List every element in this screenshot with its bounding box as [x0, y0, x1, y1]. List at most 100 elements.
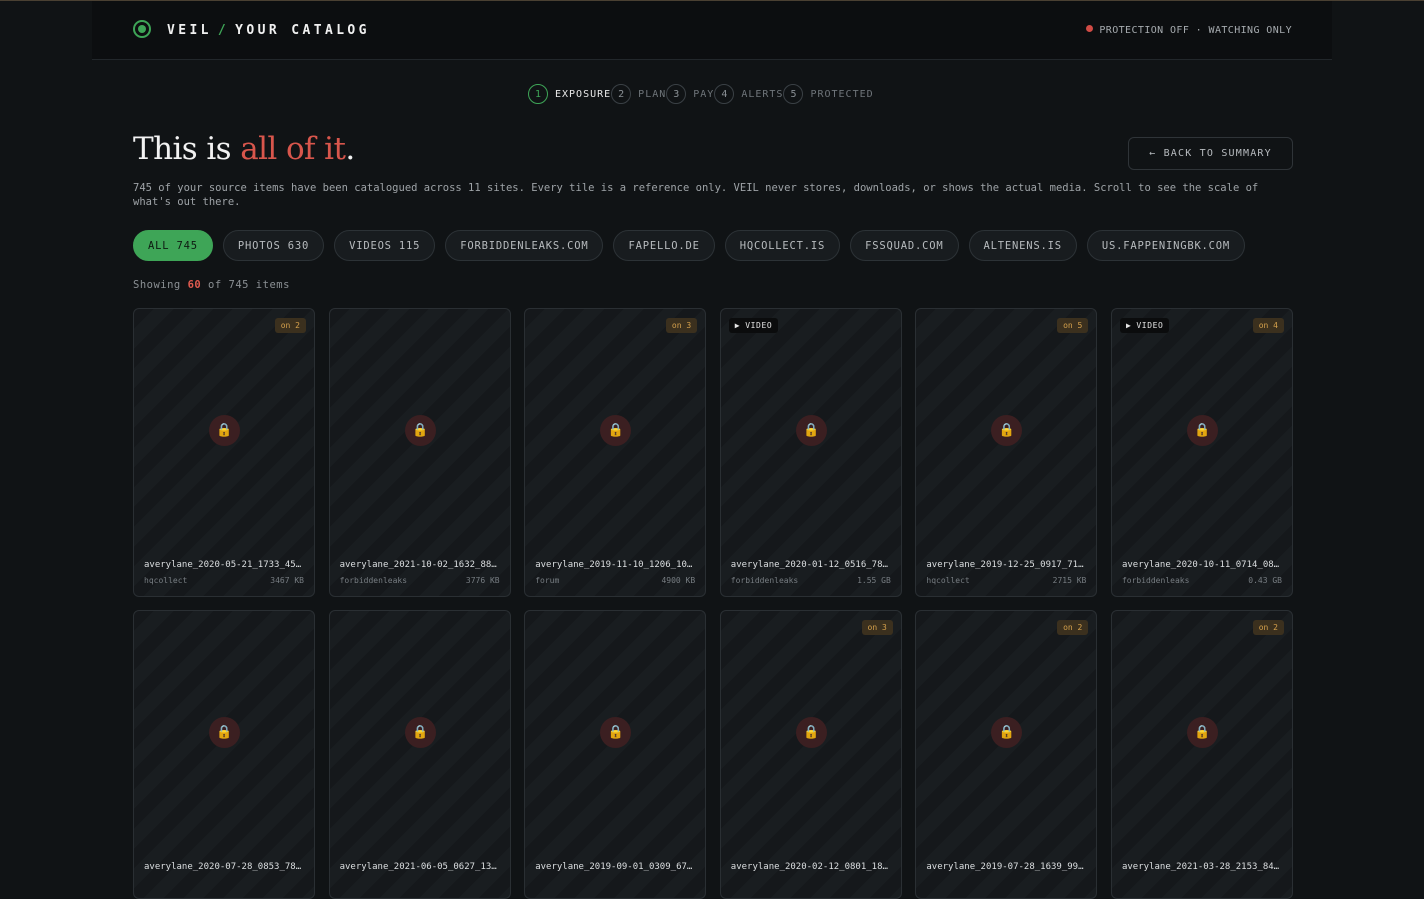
site-count-badge: on 5	[1057, 318, 1089, 333]
progress-steps: 1 EXPOSURE 2 PLAN 3 PAY 4 ALERTS 5 PROTECTED	[528, 83, 874, 105]
item-size: 0.43 GB	[1248, 576, 1282, 585]
step-label: ALERTS	[741, 88, 784, 100]
step-number: 2	[611, 84, 632, 104]
item-source: forbiddenleaks	[730, 576, 799, 585]
protection-status: PROTECTION OFF · WATCHING ONLY	[1086, 25, 1292, 36]
step-label: EXPOSURE	[555, 88, 612, 100]
step-plan[interactable]: 2 PLAN	[611, 84, 666, 104]
item-source: hqcollect	[144, 576, 188, 585]
top-bar: VEIL / YOUR CATALOG PROTECTION OFF · WATCH…	[92, 1, 1332, 60]
catalog-tile[interactable]: on 2 🔒 averylane_2021-03-28_2153_84…	[1110, 610, 1293, 899]
catalog-tile[interactable]: ▶ VIDEO on 4 🔒 averylane_2020-10-11_0714_08……	[1110, 308, 1293, 597]
item-filename: averylane_2020-10-11_0714_08…	[1121, 560, 1280, 570]
step-label: PROTECTED	[810, 88, 874, 100]
lock-icon: 🔒	[991, 717, 1023, 748]
showing-suffix: of 745 items	[201, 279, 290, 291]
item-size: 2715 KB	[1052, 576, 1087, 585]
catalog-tile[interactable]: on 2 🔒 averylane_2020-05-21_1733_45…hqcoll…	[133, 308, 315, 597]
site-count-badge: on 4	[1252, 318, 1284, 333]
item-size: 4900 KB	[661, 576, 696, 585]
step-number: 5	[783, 84, 804, 104]
page-title: This is all of it.	[133, 131, 355, 167]
item-size: 1.55 GB	[857, 576, 891, 585]
item-meta: hqcollect 3467 KB	[144, 576, 304, 585]
site-count-badge: on 3	[861, 620, 893, 635]
lock-icon: 🔒	[600, 717, 632, 748]
filter-chip[interactable]: FORBIDDENLEAKS.COM	[445, 230, 604, 261]
item-meta: hqcollect 2715 KB	[926, 576, 1086, 585]
logo-ring-icon	[133, 20, 151, 38]
item-filename: averylane_2019-12-25_0917_71…	[926, 560, 1084, 570]
item-filename: averylane_2020-05-21_1733_45…	[144, 560, 302, 570]
play-icon: ▶	[734, 321, 741, 330]
step-exposure[interactable]: 1 EXPOSURE	[528, 84, 611, 104]
filter-chip[interactable]: ALL 745	[133, 230, 213, 261]
step-alerts[interactable]: 4 ALERTS	[714, 84, 783, 104]
item-meta: forum 4900 KB	[535, 576, 695, 585]
filter-chip[interactable]: HQCOLLECT.IS	[724, 230, 841, 261]
step-number: 4	[714, 84, 735, 104]
showing-number: 60	[187, 279, 202, 291]
video-badge: ▶ VIDEO	[1119, 318, 1170, 333]
filter-chip[interactable]: FAPELLO.DE	[613, 230, 715, 261]
filter-bar: ALL 745 PHOTOS 630 VIDEOS 115 FORBIDDENLEAK…	[133, 230, 1246, 261]
filter-chip[interactable]: US.FAPPENINGBK.COM	[1086, 230, 1246, 261]
title-highlight: all of it	[240, 131, 346, 167]
catalog-tile[interactable]: 🔒 averylane_2021-10-02_1632_88… forbiddenl…	[328, 308, 511, 597]
filter-chip[interactable]: PHOTOS 630	[222, 230, 325, 261]
site-count-badge: on 2	[1057, 620, 1089, 635]
lock-icon: 🔒	[1186, 717, 1218, 748]
item-meta: forbiddenleaks 3776 KB	[340, 576, 500, 585]
back-to-summary-button[interactable]: ← BACK TO SUMMARY	[1128, 137, 1293, 170]
breadcrumb: VEIL / YOUR CATALOG	[167, 23, 370, 38]
item-source: forum	[535, 576, 560, 585]
item-filename: averylane_2020-01-12_0516_78…	[730, 560, 888, 570]
catalog-tile[interactable]: 🔒 averylane_2021-06-05_0627_13…	[328, 610, 511, 899]
brand-name[interactable]: VEIL	[167, 23, 212, 38]
lock-icon: 🔒	[209, 415, 240, 446]
item-source: forbiddenleaks	[339, 576, 408, 585]
catalog-tile[interactable]: on 5 🔒 averylane_2019-12-25_0917_71…hqcoll…	[915, 308, 1098, 597]
video-label: VIDEO	[1136, 321, 1164, 330]
item-size: 3776 KB	[465, 576, 500, 585]
item-meta: forbiddenleaks 0.43 GB	[1122, 576, 1282, 585]
lock-icon: 🔒	[209, 717, 240, 748]
catalog-tile[interactable]: on 3 🔒 averylane_2019-11-10_1206_10… forum 4…	[524, 308, 707, 597]
step-label: PLAN	[638, 88, 667, 100]
filter-chip[interactable]: ALTENENS.IS	[968, 230, 1077, 261]
item-source: forbiddenleaks	[1121, 576, 1190, 585]
lock-icon: 🔒	[1186, 415, 1218, 446]
catalog-tile[interactable]: on 3 🔒 averylane_2020-02-12_0801_18…	[719, 610, 902, 899]
status-dot-icon	[1086, 25, 1094, 32]
breadcrumb-separator: /	[217, 23, 230, 38]
step-number: 3	[666, 84, 687, 104]
page-description: 745 of your source items have been catal…	[133, 182, 1259, 208]
catalog-tile[interactable]: 🔒 averylane_2020-07-28_0853_78…	[133, 610, 315, 899]
item-filename: averylane_2019-11-10_1206_10…	[535, 560, 693, 570]
item-filename: averylane_2021-10-02_1632_88…	[339, 560, 497, 570]
step-protected[interactable]: 5 PROTECTED	[783, 84, 873, 104]
site-count-badge: on 2	[274, 318, 306, 333]
showing-count: Showing 60 of 745 items	[133, 279, 290, 291]
catalog-tile[interactable]: ▶ VIDEO 🔒 averylane_2020-01-12_0516_78…forb…	[719, 308, 902, 597]
step-pay[interactable]: 3 PAY	[666, 84, 714, 104]
site-count-badge: on 2	[1252, 620, 1284, 635]
catalog-grid: on 2 🔒 averylane_2020-05-21_1733_45…hqcoll…	[133, 308, 1293, 899]
video-label: VIDEO	[745, 321, 773, 330]
title-prefix: This is	[133, 131, 241, 167]
catalog-tile[interactable]: on 2 🔒 averylane_2019-07-28_1639_99…	[915, 610, 1098, 899]
step-label: PAY	[693, 88, 715, 100]
protection-status-text: PROTECTION OFF · WATCHING ONLY	[1099, 25, 1292, 36]
lock-icon: 🔒	[991, 415, 1023, 446]
lock-icon: 🔒	[404, 717, 436, 748]
lock-icon: 🔒	[795, 415, 827, 446]
showing-prefix: Showing	[133, 279, 188, 291]
filter-chip[interactable]: FSSQUAD.COM	[850, 230, 959, 261]
item-size: 3467 KB	[270, 576, 304, 585]
item-meta: forbiddenleaks 1.55 GB	[731, 576, 891, 585]
lock-icon: 🔒	[795, 717, 827, 748]
step-number: 1	[528, 84, 548, 104]
lock-icon: 🔒	[404, 415, 436, 446]
filter-chip[interactable]: VIDEOS 115	[334, 230, 436, 261]
catalog-tile[interactable]: 🔒 averylane_2019-09-01_0309_67…	[524, 610, 707, 899]
